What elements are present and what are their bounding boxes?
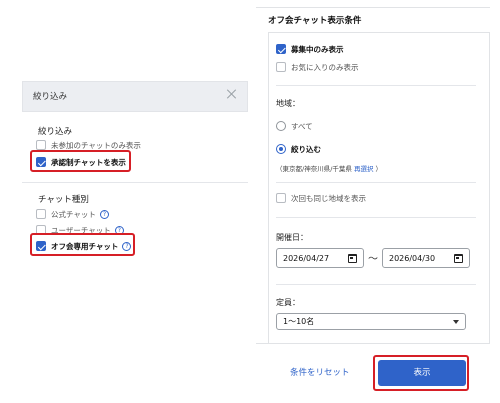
option-favorites-only[interactable]: お気に入りのみ表示 bbox=[276, 60, 359, 74]
checkbox-icon[interactable] bbox=[276, 193, 286, 203]
section-title-chat-type: チャット種別 bbox=[38, 195, 89, 205]
filter-panel-title: 絞り込み bbox=[33, 92, 68, 102]
option-official-chat[interactable]: 公式チャット ? bbox=[36, 207, 109, 221]
divider bbox=[276, 182, 476, 183]
radio-label: すべて bbox=[291, 121, 313, 131]
date-from-value: 2026/04/27 bbox=[283, 253, 330, 263]
date-to-value: 2026/04/30 bbox=[389, 253, 436, 263]
option-label: 公式チャット bbox=[51, 209, 96, 219]
checkbox-icon[interactable] bbox=[36, 140, 46, 150]
divider bbox=[276, 217, 476, 218]
date-label: 開催日： bbox=[276, 233, 308, 242]
capacity-select[interactable]: 1〜10名 bbox=[276, 313, 466, 330]
area-label: 地域： bbox=[276, 99, 300, 108]
date-separator: 〜 bbox=[368, 254, 378, 265]
offkai-conditions-panel: オフ会チャット表示条件 募集中のみ表示 お気に入りのみ表示 地域： すべて 絞り… bbox=[256, 0, 490, 403]
radio-area-filter[interactable]: 絞り込む bbox=[276, 142, 321, 156]
radio-icon[interactable] bbox=[276, 121, 286, 131]
divider bbox=[256, 7, 490, 8]
conditions-box bbox=[268, 32, 490, 343]
radio-area-all[interactable]: すべて bbox=[276, 119, 313, 133]
selected-regions: （東京都/神奈川県/千葉県 再選択 ） bbox=[276, 163, 382, 173]
divider bbox=[256, 343, 490, 344]
capacity-label: 定員： bbox=[276, 298, 300, 307]
calendar-icon[interactable] bbox=[454, 253, 463, 263]
divider bbox=[276, 284, 476, 285]
option-label: 未参加のチャットのみ表示 bbox=[51, 140, 141, 150]
closing-paren: ） bbox=[375, 165, 383, 173]
close-icon[interactable] bbox=[225, 87, 239, 101]
chevron-down-icon bbox=[453, 319, 459, 324]
date-from-input[interactable]: 2026/04/27 bbox=[276, 248, 364, 268]
panel-title: オフ会チャット表示条件 bbox=[268, 16, 362, 26]
help-icon[interactable]: ? bbox=[99, 209, 109, 219]
radio-label: 絞り込む bbox=[291, 144, 321, 154]
divider bbox=[276, 85, 476, 86]
radio-selected-icon[interactable] bbox=[276, 144, 286, 154]
checkbox-icon[interactable] bbox=[276, 62, 286, 72]
highlight-box bbox=[30, 150, 131, 172]
option-recruiting-only[interactable]: 募集中のみ表示 bbox=[276, 42, 344, 56]
checkbox-checked-icon[interactable] bbox=[276, 44, 286, 54]
calendar-icon[interactable] bbox=[348, 253, 357, 263]
option-label: 次回も同じ地域を表示 bbox=[291, 193, 366, 203]
capacity-value: 1〜10名 bbox=[283, 317, 315, 326]
checkbox-icon[interactable] bbox=[36, 209, 46, 219]
filter-panel-header: 絞り込み bbox=[22, 81, 248, 112]
reselect-link[interactable]: 再選択 bbox=[354, 165, 374, 173]
highlight-box bbox=[30, 233, 135, 256]
option-same-area-next-time[interactable]: 次回も同じ地域を表示 bbox=[276, 191, 366, 205]
option-label: 募集中のみ表示 bbox=[291, 44, 344, 54]
selected-regions-text: （東京都/神奈川県/千葉県 bbox=[276, 165, 352, 173]
option-label: お気に入りのみ表示 bbox=[291, 62, 359, 72]
reset-conditions-button[interactable]: 条件をリセット bbox=[290, 366, 350, 378]
section-title-filter: 絞り込み bbox=[38, 127, 73, 137]
highlight-box bbox=[373, 355, 469, 391]
divider bbox=[22, 182, 248, 183]
date-to-input[interactable]: 2026/04/30 bbox=[382, 248, 470, 268]
